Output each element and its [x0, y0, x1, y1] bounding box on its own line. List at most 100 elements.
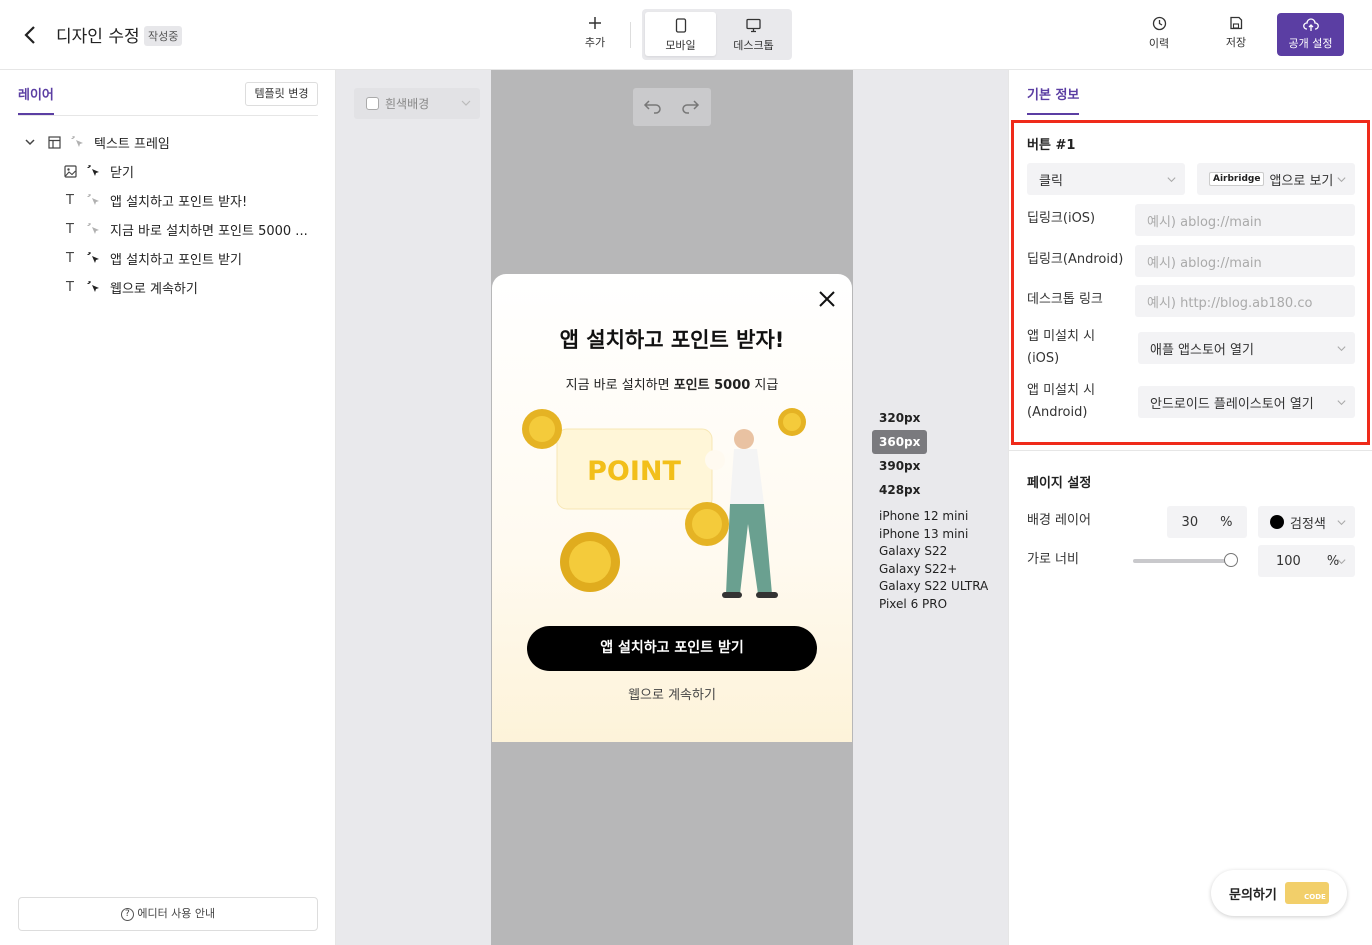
publish-settings-button[interactable]: 공개 설정 [1277, 13, 1344, 56]
size-option[interactable]: 428px [872, 478, 927, 502]
ios-fallback-select[interactable]: 애플 앱스토어 열기 [1138, 332, 1355, 364]
popup-subtitle[interactable]: 지금 바로 설치하면 포인트 5000 지급 [492, 374, 852, 393]
ios-deeplink-placeholder: 예시) ablog://main [1147, 214, 1262, 230]
android-fallback-select[interactable]: 안드로이드 플레이스토어 열기 [1138, 386, 1355, 418]
inquiry-label: 문의하기 [1229, 887, 1277, 903]
device-name: iPhone 13 mini [879, 526, 969, 541]
change-template-button[interactable]: 템플릿 변경 [245, 82, 318, 106]
chevron-down-icon[interactable] [22, 134, 38, 150]
ios-deeplink-input[interactable]: 예시) ablog://main [1135, 204, 1355, 236]
save-button[interactable]: 저장 [1216, 16, 1256, 50]
size-option[interactable]: 390px [872, 454, 927, 478]
width-slider-handle[interactable] [1224, 553, 1238, 567]
code-badge-icon: CODE [1284, 882, 1329, 904]
action-select[interactable]: 클릭 [1027, 163, 1185, 195]
layer-label: 웹으로 계속하기 [110, 281, 198, 297]
device-toggle: 모바일 데스크톱 [642, 9, 792, 60]
android-not-installed-label: 앱 미설치 시 (Android) [1027, 380, 1095, 424]
label-line-1: 앱 미설치 시 [1027, 383, 1096, 398]
history-label: 이력 [1148, 37, 1170, 50]
back-button[interactable] [18, 22, 44, 48]
size-option-active[interactable]: 360px [872, 430, 928, 454]
device-name: Pixel 6 PRO [879, 596, 948, 611]
frame-icon [46, 134, 62, 150]
mobile-icon [675, 18, 686, 33]
cursor-click-icon [86, 250, 102, 266]
layer-item-web-link[interactable]: T 웹으로 계속하기 [62, 276, 198, 298]
white-background-toggle[interactable]: 흰색배경 [354, 88, 480, 119]
popup-title[interactable]: 앱 설치하고 포인트 받자! [492, 324, 852, 354]
undo-redo-group [633, 88, 711, 126]
width-slider-track[interactable] [1133, 559, 1233, 563]
chevron-down-icon [1337, 177, 1346, 183]
layer-item-close[interactable]: 닫기 [62, 160, 134, 182]
bg-color-value: 검정색 [1290, 516, 1326, 532]
target-select[interactable]: Airbridge 앱으로 보기 [1197, 163, 1355, 195]
ios-not-installed-label: 앱 미설치 시 (iOS) [1027, 326, 1095, 370]
ios-deeplink-label: 딥링크(iOS) [1027, 211, 1096, 226]
clock-icon [1152, 16, 1166, 31]
canvas: 흰색배경 앱 설치하고 포인트 받자! 지금 바로 설치하면 포인트 5000 … [336, 70, 1008, 945]
text-icon: T [66, 221, 74, 237]
airbridge-badge: Airbridge [1209, 172, 1265, 186]
close-icon[interactable] [818, 290, 836, 308]
redo-icon[interactable] [680, 98, 700, 118]
layer-item-text-frame[interactable]: 텍스트 프레임 [22, 131, 170, 153]
image-icon [62, 163, 78, 179]
publish-label: 공개 설정 [1288, 37, 1333, 50]
tab-basic-info[interactable]: 기본 정보 [1027, 84, 1080, 115]
desktop-view-button[interactable]: 데스크톱 [718, 12, 789, 56]
cursor-click-icon [86, 192, 102, 208]
install-app-button[interactable]: 앱 설치하고 포인트 받기 [527, 626, 817, 671]
layer-label: 앱 설치하고 포인트 받자! [110, 194, 248, 210]
page-title: 디자인 수정 [56, 27, 140, 47]
save-icon [1230, 16, 1243, 30]
width-value: 100 [1276, 553, 1301, 569]
width-input[interactable]: 100 % [1258, 545, 1355, 577]
mobile-label: 모바일 [665, 39, 696, 52]
desktop-link-input[interactable]: 예시) http://blog.ab180.co [1135, 285, 1355, 317]
undo-icon[interactable] [643, 98, 663, 118]
label-line-2: (iOS) [1027, 351, 1060, 366]
subtitle-bold: 포인트 5000 [673, 378, 751, 393]
top-bar: 디자인 수정 작성중 추가 모바일 데스크톱 이력 저장 공개 설정 [0, 0, 1372, 70]
bg-opacity-input[interactable]: 30 % [1167, 506, 1247, 538]
cursor-click-icon [70, 134, 86, 150]
ios-fallback-value: 애플 앱스토어 열기 [1150, 342, 1254, 358]
text-icon: T [66, 192, 74, 208]
bg-color-select[interactable]: 검정색 [1258, 506, 1355, 538]
inquiry-button[interactable]: 문의하기 CODE [1211, 870, 1347, 916]
plus-icon [589, 17, 601, 29]
android-deeplink-input[interactable]: 예시) ablog://main [1135, 245, 1355, 277]
desktop-label: 데스크톱 [733, 39, 774, 52]
button-section-title: 버튼 #1 [1027, 138, 1076, 153]
add-button[interactable]: 추가 [575, 16, 615, 50]
popup-preview[interactable]: 앱 설치하고 포인트 받자! 지금 바로 설치하면 포인트 5000 지급 PO… [492, 274, 852, 742]
history-button[interactable]: 이력 [1139, 16, 1179, 51]
size-option[interactable]: 320px [872, 406, 927, 430]
device-name: Galaxy S22 [879, 544, 948, 559]
chevron-left-icon [24, 26, 35, 44]
tab-layers[interactable]: 레이어 [18, 84, 54, 115]
cursor-click-icon [86, 163, 102, 179]
layer-item-title[interactable]: T 앱 설치하고 포인트 받자! [62, 189, 247, 211]
layer-item-cta[interactable]: T 앱 설치하고 포인트 받기 [62, 247, 242, 269]
chevron-down-icon [1337, 400, 1346, 406]
action-value: 클릭 [1039, 173, 1063, 189]
chevron-down-icon [1167, 177, 1176, 183]
android-deeplink-placeholder: 예시) ablog://main [1147, 255, 1262, 271]
add-label: 추가 [584, 36, 606, 49]
bg-opacity-unit: % [1220, 514, 1233, 530]
continue-web-link[interactable]: 웹으로 계속하기 [492, 684, 852, 703]
device-name: iPhone 12 mini [879, 509, 969, 523]
cloud-upload-icon [1302, 18, 1319, 31]
device-name: Galaxy S22 ULTRA [879, 579, 989, 594]
editor-guide-button[interactable]: ? 에디터 사용 안내 [18, 897, 318, 931]
chevron-down-icon [461, 100, 471, 106]
editor-guide-label: 에디터 사용 안내 [137, 907, 216, 920]
checkbox[interactable] [366, 97, 379, 110]
label-line-1: 앱 미설치 시 [1027, 329, 1096, 344]
layer-item-subtitle[interactable]: T 지금 바로 설치하면 포인트 5000 ... [62, 218, 308, 240]
mobile-view-button[interactable]: 모바일 [645, 12, 716, 56]
bg-opacity-value: 30 [1181, 514, 1199, 530]
